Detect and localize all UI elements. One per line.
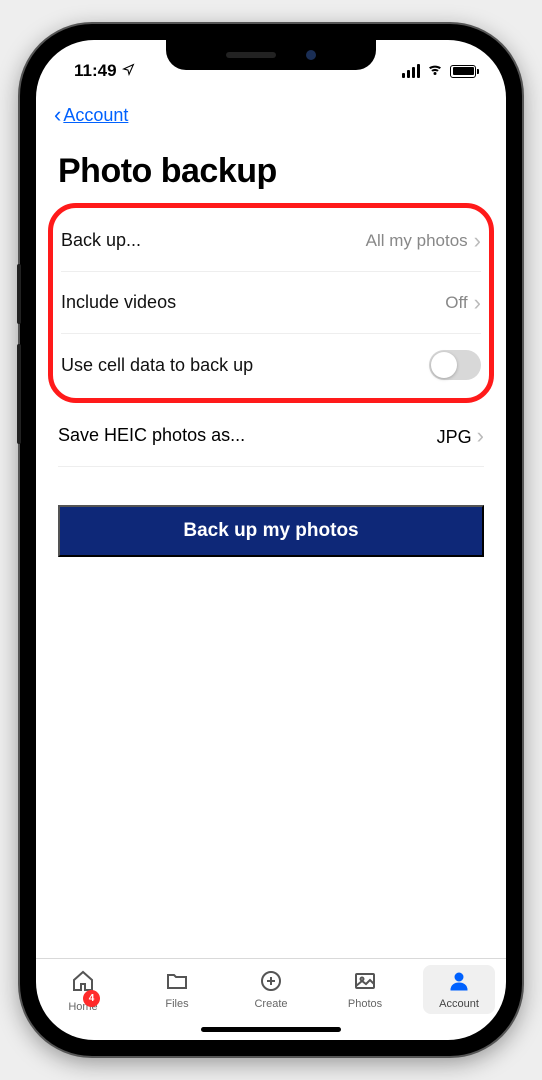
plus-circle-icon	[257, 969, 285, 993]
page-title: Photo backup	[58, 152, 484, 191]
tab-create-label: Create	[254, 998, 287, 1010]
chevron-left-icon: ‹	[54, 102, 61, 128]
backup-now-button[interactable]: Back up my photos	[58, 505, 484, 557]
chevron-right-icon: ›	[474, 228, 481, 254]
tab-account[interactable]: Account	[423, 965, 495, 1014]
include-videos-row[interactable]: Include videos Off ›	[61, 272, 481, 334]
include-videos-value: Off	[445, 293, 467, 313]
chevron-right-icon: ›	[477, 423, 484, 448]
location-icon	[122, 61, 135, 81]
battery-icon	[450, 65, 476, 78]
person-icon	[445, 969, 473, 993]
tab-files[interactable]: Files	[141, 969, 213, 1010]
tab-photos-label: Photos	[348, 998, 382, 1010]
home-badge: 4	[83, 990, 100, 1007]
backup-scope-value: All my photos	[366, 231, 468, 251]
cell-data-label: Use cell data to back up	[61, 355, 253, 376]
folder-icon	[163, 969, 191, 993]
highlighted-settings-group: Back up... All my photos › Include video…	[48, 203, 494, 403]
cell-data-toggle[interactable]	[429, 350, 481, 380]
include-videos-label: Include videos	[61, 292, 176, 313]
tab-files-label: Files	[165, 998, 188, 1010]
backup-scope-row[interactable]: Back up... All my photos ›	[61, 210, 481, 272]
home-indicator[interactable]	[201, 1027, 341, 1032]
cell-data-row[interactable]: Use cell data to back up	[61, 334, 481, 396]
tab-home[interactable]: 4 Home	[47, 969, 119, 1013]
wifi-icon	[426, 60, 444, 83]
back-button[interactable]: ‹ Account	[54, 102, 484, 128]
tab-account-label: Account	[439, 998, 479, 1010]
chevron-right-icon: ›	[474, 290, 481, 316]
backup-scope-label: Back up...	[61, 230, 141, 251]
image-icon	[351, 969, 379, 993]
heic-label: Save HEIC photos as...	[58, 425, 245, 446]
back-label: Account	[63, 105, 128, 126]
tab-create[interactable]: Create	[235, 969, 307, 1010]
cellular-icon	[402, 64, 420, 78]
tab-photos[interactable]: Photos	[329, 969, 401, 1010]
heic-value: JPG	[437, 427, 472, 447]
status-time: 11:49	[74, 61, 117, 81]
heic-format-row[interactable]: Save HEIC photos as... JPG ›	[58, 405, 484, 467]
